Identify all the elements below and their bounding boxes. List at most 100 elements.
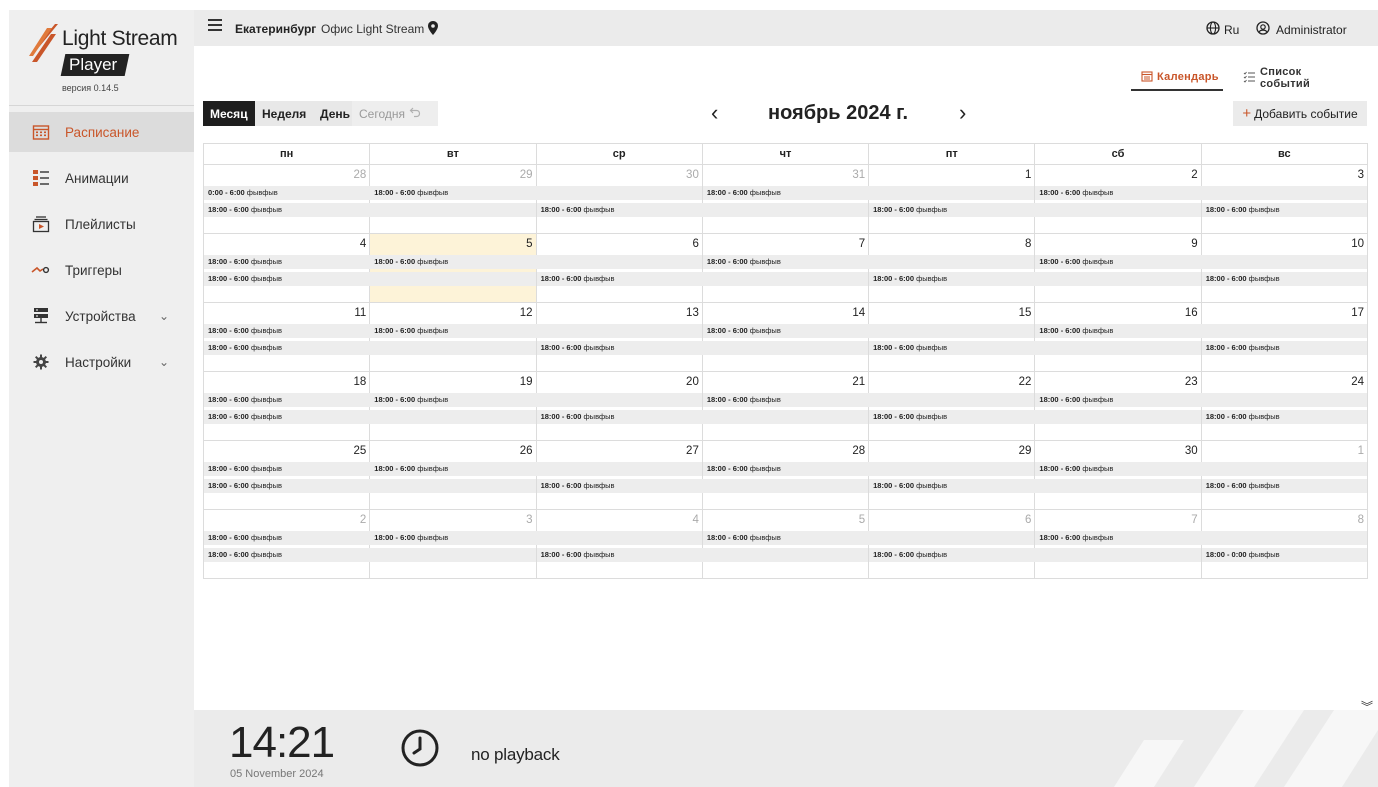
event-chip[interactable]: 18:00 - 6:00 фывфыв <box>869 272 1201 286</box>
event-chip[interactable]: 18:00 - 6:00 фывфыв <box>204 341 536 355</box>
event-chip[interactable]: 18:00 - 6:00 фывфыв <box>370 393 702 407</box>
event-title: фывфыв <box>1248 205 1280 214</box>
event-chip[interactable]: 18:00 - 6:00 фывфыв <box>702 324 1035 338</box>
user-menu[interactable]: Administrator <box>1256 21 1347 38</box>
day-number: 26 <box>519 445 533 457</box>
lightning-logo-icon <box>29 24 58 62</box>
event-chip[interactable]: 18:00 - 6:00 фывфыв <box>536 341 869 355</box>
sidebar-item-settings[interactable]: Настройки ⌄ <box>9 342 194 382</box>
playlist-icon <box>31 214 51 234</box>
weekday-header: пн вт ср чт пт сб вс <box>204 144 1368 165</box>
today-label: Сегодня <box>359 106 405 121</box>
sidebar-item-triggers[interactable]: Триггеры <box>9 250 194 290</box>
event-chip[interactable]: 18:00 - 6:00 фывфыв <box>536 203 869 217</box>
event-title: фывфыв <box>250 274 282 283</box>
event-title: фывфыв <box>1082 395 1114 404</box>
day-number: 12 <box>519 307 533 319</box>
event-chip[interactable]: 18:00 - 6:00 фывфыв <box>702 186 1035 200</box>
event-chip[interactable]: 18:00 - 6:00 фывфыв <box>1201 410 1367 424</box>
weekday-label: пт <box>869 144 1036 165</box>
event-chip[interactable]: 18:00 - 6:00 фывфыв <box>869 410 1201 424</box>
event-chip[interactable]: 18:00 - 6:00 фывфыв <box>536 272 869 286</box>
app-frame: Light Stream Player версия 0.14.5 Распис… <box>9 10 1378 787</box>
event-chip[interactable]: 18:00 - 6:00 фывфыв <box>204 410 536 424</box>
event-title: фывфыв <box>1248 412 1280 421</box>
event-time: 18:00 - 6:00 <box>208 274 249 283</box>
event-chip[interactable]: 18:00 - 6:00 фывфыв <box>702 255 1035 269</box>
event-chip[interactable]: 18:00 - 6:00 фывфыв <box>1035 324 1367 338</box>
event-chip[interactable]: 18:00 - 6:00 фывфыв <box>702 462 1035 476</box>
chevron-down-icon[interactable]: ⌄ <box>159 309 169 323</box>
event-title: фывфыв <box>1248 481 1280 490</box>
hamburger-menu-icon[interactable] <box>208 19 222 33</box>
month-view-button[interactable]: Месяц <box>203 101 255 126</box>
event-chip[interactable]: 18:00 - 6:00 фывфыв <box>536 548 869 562</box>
event-chip[interactable]: 18:00 - 6:00 фывфыв <box>1035 462 1367 476</box>
sidebar-item-devices[interactable]: Устройства ⌄ <box>9 296 194 336</box>
tab-calendar[interactable]: Календарь <box>1131 65 1223 91</box>
event-chip[interactable]: 18:00 - 6:00 фывфыв <box>370 462 702 476</box>
map-pin-icon[interactable] <box>428 21 438 40</box>
sidebar-item-playlists[interactable]: Плейлисты <box>9 204 194 244</box>
add-event-button[interactable]: + Добавить событие <box>1233 101 1367 126</box>
event-title: фывфыв <box>749 326 781 335</box>
event-chip[interactable]: 18:00 - 6:00 фывфыв <box>370 531 702 545</box>
event-chip[interactable]: 18:00 - 0:00 фывфыв <box>1201 548 1367 562</box>
event-chip[interactable]: 18:00 - 6:00 фывфыв <box>702 531 1035 545</box>
day-number: 8 <box>1025 238 1032 250</box>
week-view-button[interactable]: Неделя <box>255 101 314 126</box>
event-chip[interactable]: 18:00 - 6:00 фывфыв <box>370 255 702 269</box>
event-chip[interactable]: 18:00 - 6:00 фывфыв <box>1035 186 1367 200</box>
week-events: 18:00 - 6:00 фывфыв 18:00 - 6:00 фывфыв 18… <box>204 531 1368 565</box>
sidebar-item-animations[interactable]: Анимации <box>9 158 194 198</box>
event-time: 18:00 - 6:00 <box>208 343 249 352</box>
chevron-right-icon[interactable]: › <box>959 100 966 126</box>
event-time: 18:00 - 6:00 <box>208 395 249 404</box>
month-calendar: пн вт ср чт пт сб вс 28 29 30 31 1 2 3 0:00 - 6… <box>203 143 1368 579</box>
event-chip[interactable]: 18:00 - 6:00 фывфыв <box>869 479 1201 493</box>
day-number: 8 <box>1357 514 1364 526</box>
location-office[interactable]: Офис Light Stream <box>321 22 424 36</box>
day-view-button[interactable]: День <box>313 101 357 126</box>
event-chip[interactable]: 18:00 - 6:00 фывфыв <box>1201 203 1367 217</box>
chevron-left-icon[interactable]: ‹ <box>711 100 718 126</box>
collapse-chevrons-icon[interactable]: ︾ <box>1361 698 1373 715</box>
event-title: фывфыв <box>583 481 615 490</box>
event-chip[interactable]: 18:00 - 6:00 фывфыв <box>869 548 1201 562</box>
event-chip[interactable]: 18:00 - 6:00 фывфыв <box>869 341 1201 355</box>
event-chip[interactable]: 18:00 - 6:00 фывфыв <box>204 548 536 562</box>
language-switcher[interactable]: Ru <box>1206 21 1239 38</box>
event-chip[interactable]: 18:00 - 6:00 фывфыв <box>1201 341 1367 355</box>
event-time: 18:00 - 6:00 <box>540 550 582 559</box>
animation-list-icon <box>31 168 51 188</box>
event-chip[interactable]: 18:00 - 6:00 фывфыв <box>1201 272 1367 286</box>
event-chip[interactable]: 18:00 - 6:00 фывфыв <box>536 479 869 493</box>
day-number: 6 <box>692 238 699 250</box>
tab-event-list[interactable]: Список событий <box>1243 65 1310 91</box>
event-title: фывфыв <box>250 257 282 266</box>
event-chip[interactable]: 18:00 - 6:00 фывфыв <box>204 272 536 286</box>
event-chip[interactable]: 18:00 - 6:00 фывфыв <box>1035 255 1367 269</box>
today-button[interactable]: Сегодня <box>352 101 438 126</box>
location-city[interactable]: Екатеринбург <box>235 22 316 36</box>
event-title: фывфыв <box>749 395 781 404</box>
event-time: 18:00 - 6:00 <box>1205 205 1247 214</box>
day-number: 15 <box>1018 307 1032 319</box>
event-chip[interactable]: 18:00 - 6:00 фывфыв <box>1035 393 1367 407</box>
sidebar-item-schedule[interactable]: Расписание <box>9 112 194 152</box>
event-chip[interactable]: 18:00 - 6:00 фывфыв <box>370 324 702 338</box>
event-chip[interactable]: 18:00 - 6:00 фывфыв <box>536 410 869 424</box>
event-time: 18:00 - 6:00 <box>208 550 249 559</box>
event-chip[interactable]: 18:00 - 6:00 фывфыв <box>1201 479 1367 493</box>
event-chip[interactable]: 18:00 - 6:00 фывфыв <box>869 203 1201 217</box>
event-chip[interactable]: 18:00 - 6:00 фывфыв <box>1035 531 1367 545</box>
chevron-down-icon[interactable]: ⌄ <box>159 355 169 369</box>
event-chip[interactable]: 18:00 - 6:00 фывфыв <box>370 186 702 200</box>
sidebar-item-label: Настройки <box>65 354 132 370</box>
logo[interactable]: Light Stream Player версия 0.14.5 <box>29 22 189 102</box>
event-chip[interactable]: 18:00 - 6:00 фывфыв <box>204 479 536 493</box>
event-chip[interactable]: 18:00 - 6:00 фывфыв <box>702 393 1035 407</box>
event-chip[interactable]: 18:00 - 6:00 фывфыв <box>204 203 536 217</box>
day-number: 14 <box>852 307 866 319</box>
week-row: 18 19 20 21 22 23 24 18:00 - 6:00 фывфыв 18:00 -… <box>204 372 1368 441</box>
